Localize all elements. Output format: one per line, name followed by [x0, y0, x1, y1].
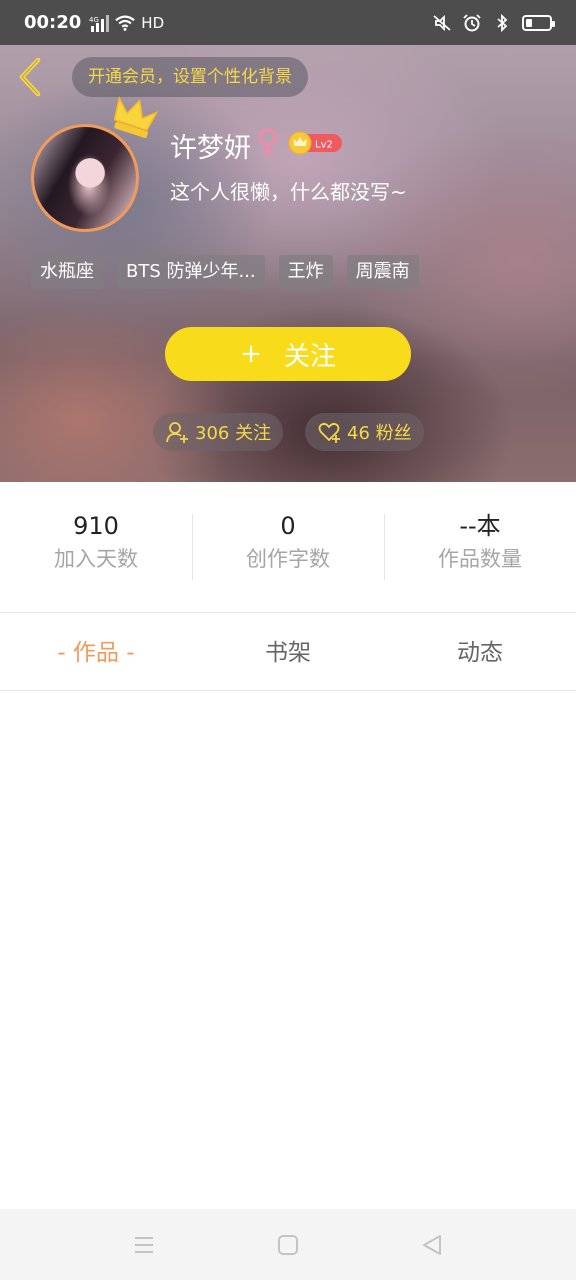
svg-text:4G: 4G — [89, 16, 99, 24]
status-icons — [432, 13, 555, 32]
back-arrow-icon[interactable] — [14, 56, 46, 98]
following-count: 306 关注 — [195, 423, 272, 444]
tag-item[interactable]: 王炸 — [278, 255, 333, 289]
crown-icon — [113, 96, 159, 138]
status-time: 00:20 — [24, 12, 82, 33]
home-icon[interactable] — [275, 1232, 301, 1258]
follow-button-label: 关注 — [283, 341, 336, 372]
tab-activity[interactable]: 动态 — [384, 613, 576, 690]
tag-item[interactable]: 水瓶座 — [31, 255, 103, 289]
network-indicator: 4G HD — [89, 14, 164, 32]
stat-value: --本 — [459, 512, 501, 540]
mute-icon — [433, 14, 451, 31]
avatar[interactable] — [31, 124, 139, 232]
menu-icon[interactable] — [131, 1232, 157, 1258]
stat-label: 作品数量 — [438, 547, 522, 571]
stat-word-count: 0 创作字数 — [192, 512, 384, 582]
avatar-container[interactable] — [31, 124, 139, 232]
stat-label: 加入天数 — [54, 547, 138, 571]
tag-item[interactable]: 周震南 — [346, 255, 419, 289]
following-count-button[interactable]: 306 关注 — [153, 413, 284, 451]
system-navigation-bar — [0, 1209, 576, 1280]
fans-count-button[interactable]: 46 粉丝 — [305, 413, 424, 451]
gender-female-icon: ♀ — [256, 122, 280, 160]
person-add-icon — [166, 422, 188, 443]
plus-icon: + — [240, 339, 262, 369]
tab-bookshelf[interactable]: 书架 — [192, 613, 384, 690]
stat-works-count: --本 作品数量 — [384, 512, 576, 582]
wifi-label: HD — [141, 13, 165, 32]
battery-icon — [522, 14, 555, 31]
stat-value: 0 — [280, 512, 296, 540]
level-label: Lv2 — [315, 140, 333, 151]
wifi-icon — [115, 15, 136, 31]
back-icon[interactable] — [419, 1232, 445, 1258]
user-bio: 这个人很懒，什么都没写~ — [170, 180, 407, 204]
fans-count: 46 粉丝 — [347, 423, 412, 444]
heart-add-icon — [318, 422, 340, 443]
level-badge: Lv2 — [288, 131, 342, 155]
interest-tags: 水瓶座 BTS 防弹少年... 王炸 周震南 — [31, 255, 419, 289]
status-bar: 00:20 4G HD — [0, 0, 576, 45]
profile-stats: 910 加入天数 0 创作字数 --本 作品数量 — [0, 482, 576, 612]
divider — [0, 690, 576, 691]
profile-tabs: - 作品 - 书架 动态 — [0, 613, 576, 690]
stat-value: 910 — [73, 512, 119, 540]
user-name: 许梦妍 — [170, 133, 251, 164]
stat-join-days: 910 加入天数 — [0, 512, 192, 582]
vip-background-banner[interactable]: 开通会员，设置个性化背景 — [72, 57, 308, 97]
follow-button[interactable]: + 关注 — [165, 327, 411, 381]
tab-works[interactable]: - 作品 - — [0, 613, 192, 690]
stat-label: 创作字数 — [246, 547, 330, 571]
tag-item[interactable]: BTS 防弹少年... — [117, 255, 265, 289]
cellular-signal-icon: 4G — [89, 14, 110, 32]
bluetooth-icon — [497, 13, 508, 32]
alarm-icon — [463, 13, 481, 31]
